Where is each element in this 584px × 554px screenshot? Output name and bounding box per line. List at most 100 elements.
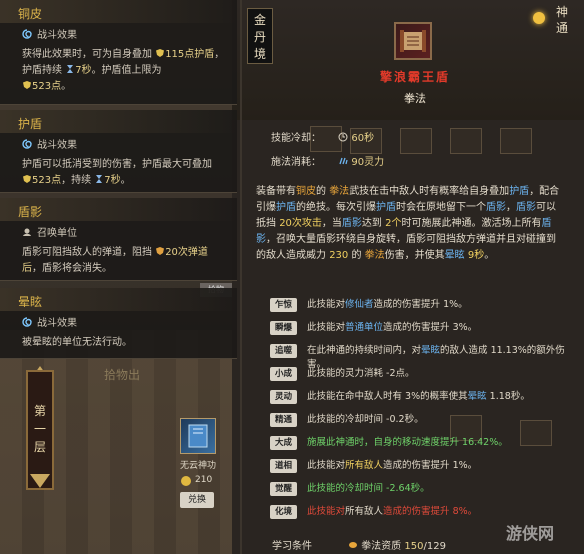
item-book-icon[interactable]	[180, 418, 216, 454]
modifier-tag: 乍惊	[270, 298, 297, 312]
coin-icon	[181, 476, 191, 486]
modifier-text-segment: 的敌人造成	[440, 345, 491, 356]
modifier-row: 瞬爆 此技能对普通单位造成的伤害提升 3%。	[270, 321, 570, 344]
modifier-text-segment: 1%	[443, 299, 459, 310]
modifier-text-segment: 造成的伤害提升	[383, 322, 453, 333]
description-segment: 的	[316, 186, 330, 197]
panel-body: 护盾可以抵消受到的伤害，护盾最大可叠加 523点，持续 7秒。	[0, 151, 237, 189]
duration-value: 7秒	[75, 65, 92, 76]
hourglass-icon	[94, 174, 104, 184]
skill-description: 装备带有铜皮的 拳法武技在击中敌人时有概率给自身叠加护盾，配合引爆护盾的绝技。每…	[256, 184, 564, 264]
modifier-tag: 瞬爆	[270, 321, 297, 335]
modifier-text-segment: 3%	[452, 322, 468, 333]
modifier-row: 精通 此技能的冷却时间 -0.2秒。	[270, 413, 570, 436]
modifier-text-segment: 造成的伤害提升	[383, 506, 453, 517]
description-segment: ，	[506, 202, 516, 213]
learn-condition-label: 学习条件	[272, 541, 312, 552]
cooldown-row: 技能冷却： 60秒	[271, 129, 374, 144]
modifier-tag: 道相	[270, 459, 297, 473]
modifier-text-segment: 此技能对	[307, 506, 346, 517]
description-segment: 盾影	[486, 202, 506, 213]
modifier-row: 道相 此技能对所有敌人造成的伤害提升 1%。	[270, 459, 570, 482]
modifier-text-segment: 16.42%	[462, 437, 499, 448]
modifier-text-segment: 11.13%	[490, 345, 527, 356]
modifier-text-segment: -2点	[386, 368, 406, 379]
swirl-icon	[22, 138, 32, 149]
modifier-text-segment: -2.64秒	[386, 483, 421, 494]
body-text: 盾影可阻挡敌人的弹道，阻挡	[22, 247, 156, 258]
modifier-tag: 小成	[270, 367, 297, 381]
modifier-tag: 大成	[270, 436, 297, 450]
modifier-text-segment: 。	[405, 368, 415, 379]
panel-title: 铜皮	[0, 0, 237, 23]
modifier-text-segment: 造成的伤害提升	[373, 299, 444, 310]
body-text: ，盾影将会消失。	[32, 263, 112, 274]
modifier-list: 乍惊 此技能对修仙者造成的伤害提升 1%。 瞬爆 此技能对普通单位造成的伤害提升 3%…	[270, 298, 570, 528]
description-segment: 盾影	[341, 218, 362, 229]
shield-icon	[22, 174, 32, 184]
panel-title: 晕眩	[0, 288, 237, 311]
body-text: 。	[61, 81, 72, 92]
description-segment: 的	[348, 250, 365, 261]
modifier-text-segment: 。	[467, 322, 478, 333]
realm-text: 金丹境	[253, 13, 266, 61]
description-segment: ，当	[321, 218, 342, 229]
description-segment: 护盾	[376, 202, 396, 213]
tooltip-panel-tongpi: 铜皮 战斗效果 获得此效果时，可为自身叠加 115点护盾，护盾持续 7秒。护盾值…	[0, 0, 237, 105]
description-segment: 铜皮	[296, 186, 316, 197]
floor-down-arrow-icon[interactable]	[30, 474, 50, 488]
modifier-text-segment: 。	[467, 460, 478, 471]
modifier-text-segment: 。	[458, 299, 468, 310]
redeem-button[interactable]: 兑换	[180, 492, 214, 508]
clock-icon	[338, 132, 348, 142]
top-right-title: 神通	[548, 4, 576, 44]
modifier-text-segment: 1%	[452, 460, 468, 471]
modifier-text: 此技能的冷却时间 -0.2秒。	[307, 413, 424, 427]
description-segment: 护盾	[276, 202, 296, 213]
description-segment: 2个	[385, 218, 402, 229]
sun-icon	[533, 12, 545, 24]
shield-icon	[155, 48, 165, 58]
fist-icon	[348, 540, 358, 550]
modifier-text-segment: 。	[498, 437, 508, 448]
modifier-row: 追噬 在此神通的持续时间内，对晕眩的敌人造成 11.13%的额外伤害。	[270, 344, 570, 370]
modifier-row: 大成 施展此神通时，自身的移动速度提升 16.42%。	[270, 436, 570, 459]
body-text: ，持续	[61, 175, 95, 186]
modifier-row: 灵动 此技能在命中敌人时有 3%的概率使其晕眩 1.18秒。	[270, 390, 570, 413]
modifier-text-segment: 造成的伤害提升	[383, 460, 453, 471]
panel-body: 被晕眩的单位无法行动。	[0, 329, 237, 351]
tooltip-panel-dunying: 盾影 召唤单位 盾影可阻挡敌人的弹道，阻挡 20次弹道后，盾影将会消失。	[0, 198, 237, 281]
modifier-tag: 灵动	[270, 390, 297, 404]
tooltip-panel-yunxuan: 晕眩 战斗效果 被晕眩的单位无法行动。	[0, 288, 237, 359]
panel-body: 盾影可阻挡敌人的弹道，阻挡 20次弹道后，盾影将会消失。	[0, 239, 237, 277]
body-text: 。护盾值上限为	[91, 65, 162, 76]
cooldown-value-wrap: 60秒	[338, 132, 374, 144]
shield-icon	[155, 246, 165, 256]
modifier-text: 此技能的灵力消耗 -2点。	[307, 367, 415, 381]
summon-icon	[22, 227, 32, 237]
bg-tile	[400, 128, 432, 154]
modifier-text-segment: 晕眩	[467, 391, 487, 402]
modifier-text-segment: 此技能对	[307, 322, 346, 333]
swirl-icon	[22, 316, 32, 327]
modifier-text-segment: 此技能的冷却时间	[307, 483, 387, 494]
shield-icon	[22, 80, 32, 90]
modifier-text: 此技能在命中敌人时有 3%的概率使其晕眩 1.18秒。	[307, 390, 530, 404]
description-segment: 时可施展此神通。激活场上所有	[401, 218, 542, 229]
description-segment: 230	[329, 250, 349, 261]
cost-label: 施法消耗：	[271, 157, 321, 168]
modifier-text-segment: 8%	[452, 506, 468, 517]
modifier-tag: 追噬	[270, 344, 297, 358]
modifier-text-segment: 。	[420, 483, 430, 494]
floor-sign: 拾物出	[104, 368, 141, 382]
floor-label-text: 第一层	[33, 404, 46, 454]
modifier-text: 此技能对所有敌人造成的伤害提升 8%。	[307, 505, 477, 519]
skill-type: 拳法	[404, 92, 426, 105]
modifier-text-segment: 的概率使其	[420, 391, 468, 402]
description-segment: 盾影	[516, 202, 536, 213]
item-price: 210	[195, 475, 213, 485]
learn-requirement-name: 拳法资质	[361, 541, 402, 552]
description-segment: 20次攻击	[279, 218, 322, 229]
shield-cap-value: 523点	[32, 175, 62, 186]
modifier-text-segment: 施展此神通时，自身的移动速度提升	[307, 437, 463, 448]
